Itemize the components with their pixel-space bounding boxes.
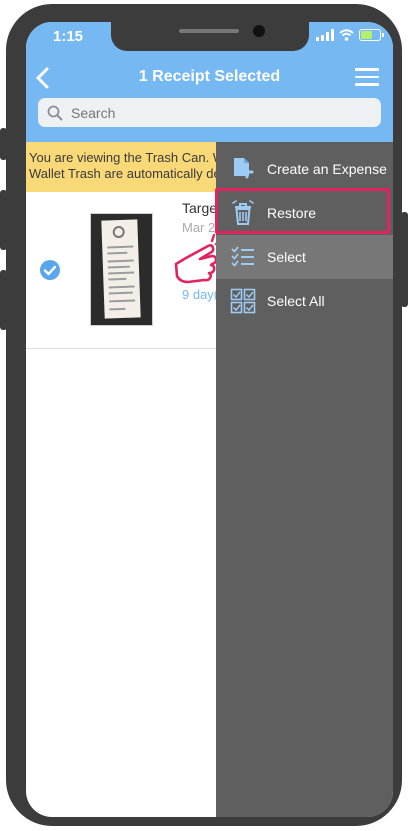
app-header: 1:15 1 Receipt Selected Search <box>26 22 393 142</box>
receipt-date: Mar 2 <box>182 220 216 235</box>
page-title: 1 Receipt Selected <box>138 68 281 85</box>
screen: 1:15 1 Receipt Selected Search You are v… <box>26 22 393 817</box>
menu-item-select-all[interactable]: Select All <box>216 279 393 323</box>
status-time: 1:15 <box>53 28 84 45</box>
select-list-icon <box>231 246 254 267</box>
volume-down-button <box>0 270 7 330</box>
volume-up-button <box>0 190 7 250</box>
selected-check-icon[interactable] <box>39 259 61 281</box>
menu-item-label: Create an Expense <box>267 161 387 177</box>
camera <box>253 25 265 37</box>
receipt-days-remaining: 9 day( <box>182 287 219 302</box>
cellular-signal-icon <box>316 29 334 41</box>
power-button <box>401 212 408 307</box>
menu-item-label: Restore <box>267 205 317 221</box>
receipt-thumbnail[interactable] <box>90 213 153 326</box>
search-icon <box>47 105 63 120</box>
actions-menu: Create an Expense Restore Select Select … <box>215 142 393 817</box>
menu-item-label: Select All <box>267 293 325 309</box>
wifi-icon <box>339 29 354 41</box>
menu-item-restore[interactable]: Restore <box>216 191 393 235</box>
menu-item-create-expense[interactable]: Create an Expense <box>216 147 393 191</box>
speaker <box>179 29 239 33</box>
create-expense-icon <box>234 158 254 179</box>
select-all-icon <box>230 288 256 314</box>
restore-trash-icon <box>232 200 254 225</box>
menu-item-select[interactable]: Select <box>216 235 393 279</box>
battery-icon <box>359 29 384 41</box>
mute-switch <box>0 128 7 160</box>
search-bar[interactable] <box>38 98 381 127</box>
status-icons <box>316 29 384 41</box>
notch <box>111 22 309 51</box>
phone-frame: 1:15 1 Receipt Selected Search You are v… <box>6 4 402 826</box>
hamburger-menu-icon[interactable] <box>355 68 379 86</box>
search-input[interactable] <box>69 103 373 122</box>
menu-item-label: Select <box>267 249 306 265</box>
